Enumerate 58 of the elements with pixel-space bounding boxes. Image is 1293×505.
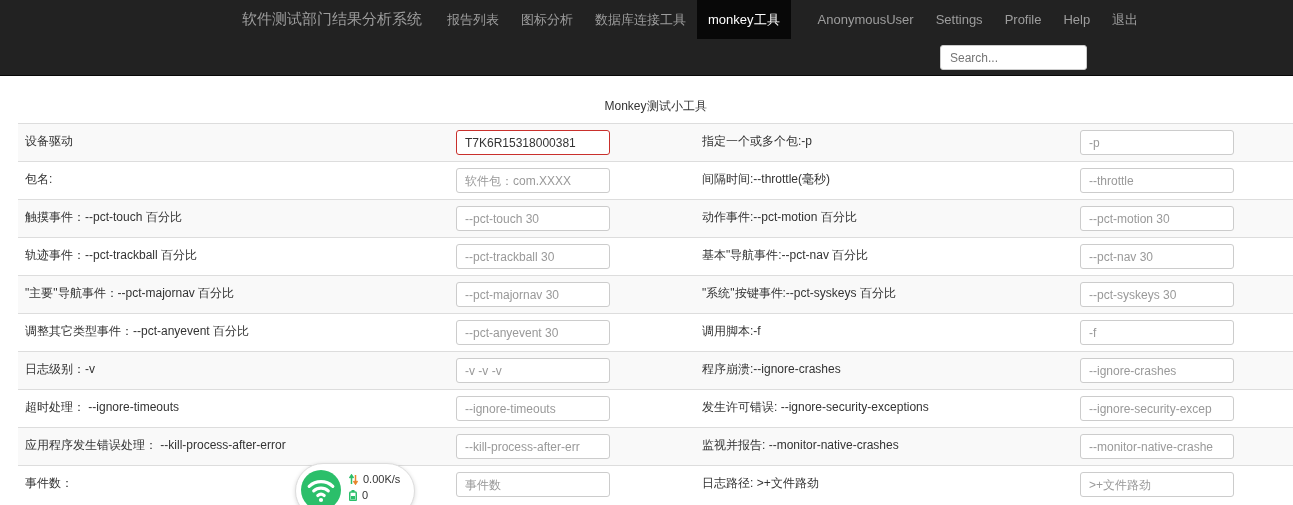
field-label: 动作事件:--pct-motion 百分比 [702,210,857,224]
field-label: 超时处理： --ignore-timeouts [25,400,180,414]
input-field[interactable]: -p [1080,130,1234,155]
input-field[interactable]: -v -v -v [456,358,610,383]
nav-link[interactable]: 报告列表 [436,0,510,39]
input-field[interactable]: --ignore-timeouts [456,396,610,421]
input-field[interactable]: T7K6R15318000381 [456,130,610,155]
input-field[interactable]: --pct-anyevent 30 [456,320,610,345]
field-label: 触摸事件：--pct-touch 百分比 [25,210,182,224]
user-menu-link[interactable]: 退出 [1101,0,1150,39]
field-label: 应用程序发生错误处理： --kill-process-after-error [25,438,286,452]
speed-text: 0.00K/s [363,473,401,485]
input-field[interactable]: --ignore-security-excep [1080,396,1234,421]
field-label: 调整其它类型事件：--pct-anyevent 百分比 [25,324,250,338]
field-label: 设备驱动 [25,134,73,148]
field-label: 间隔时间:--throttle(毫秒) [702,172,830,186]
user-menu-link[interactable]: Help [1052,0,1102,39]
network-speed-widget[interactable]: 0.00K/s 0 [295,463,415,505]
nav-link[interactable]: 图标分析 [510,0,584,39]
field-label: 发生许可错误: --ignore-security-exceptions [702,400,929,414]
field-label: 监视并报告: --monitor-native-crashes [702,438,899,452]
field-label: 事件数： [25,476,73,490]
user-menu-link[interactable]: AnonymousUser [806,0,925,39]
input-field[interactable]: --pct-majornav 30 [456,282,610,307]
input-field[interactable]: --pct-trackball 30 [456,244,610,269]
field-label: 指定一个或多个包:-p [702,134,812,148]
input-field[interactable]: --pct-touch 30 [456,206,610,231]
field-label: 轨迹事件：--pct-trackball 百分比 [25,248,197,262]
field-label: 调用脚本:-f [702,324,761,338]
brand-title[interactable]: 软件测试部门结果分析系统 [228,0,436,39]
input-field[interactable]: --pct-nav 30 [1080,244,1234,269]
nav-link[interactable]: monkey工具 [697,0,791,39]
nav-link[interactable]: 数据库连接工具 [584,0,697,39]
field-label: 程序崩溃:--ignore-crashes [702,362,841,376]
field-label: "主要"导航事件：--pct-majornav 百分比 [25,286,235,300]
input-field[interactable]: --monitor-native-crashe [1080,434,1234,459]
field-label: 包名: [25,172,53,186]
input-field[interactable]: --ignore-crashes [1080,358,1234,383]
field-label: 日志级别：-v [25,362,95,376]
field-label: "系统"按键事件:--pct-syskeys 百分比 [702,286,896,300]
form-title: Monkey测试小工具 [604,98,707,115]
field-label: 日志路径: >+文件路劲 [702,476,819,490]
field-label: 基本"导航事件:--pct-nav 百分比 [702,248,869,262]
count-text: 0 [362,489,369,501]
phone-icon [349,489,357,501]
input-field[interactable]: --pct-motion 30 [1080,206,1234,231]
wifi-icon [301,470,341,505]
input-field[interactable]: --throttle [1080,168,1234,193]
input-field[interactable]: --pct-syskeys 30 [1080,282,1234,307]
input-field[interactable]: 软件包：com.XXXX [456,168,610,193]
input-field[interactable]: -f [1080,320,1234,345]
user-menu-link[interactable]: Profile [993,0,1053,39]
input-field[interactable]: --kill-process-after-err [456,434,610,459]
up-down-arrows-icon [349,473,358,485]
user-menu-link[interactable]: Settings [924,0,994,39]
input-field[interactable]: >+文件路劲 [1080,472,1234,497]
search-field[interactable]: Search... [940,45,1087,70]
input-field[interactable]: 事件数 [456,472,610,497]
